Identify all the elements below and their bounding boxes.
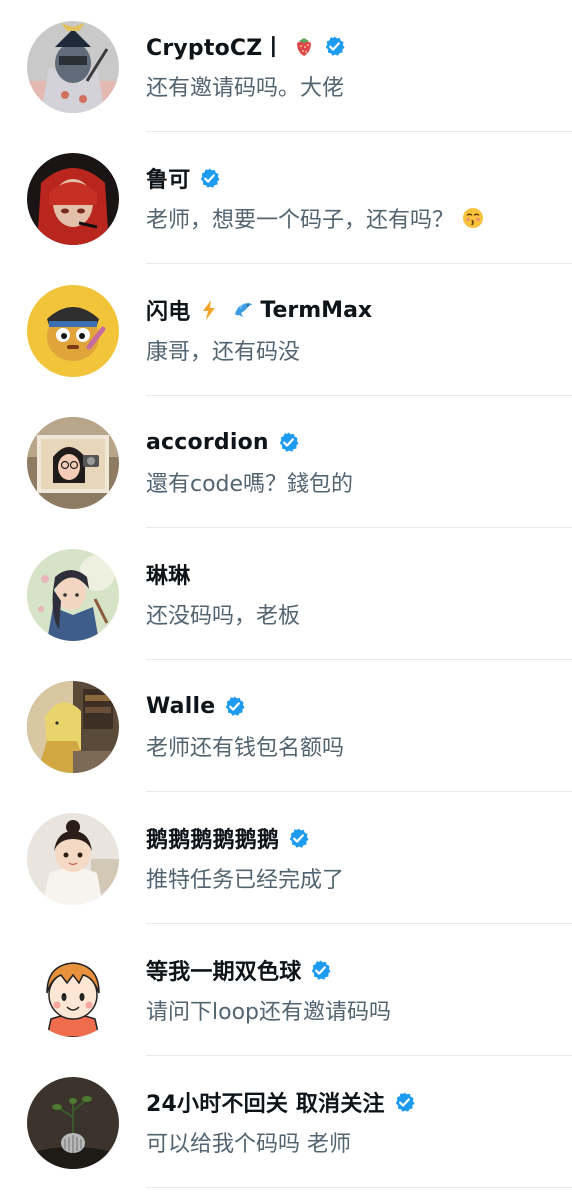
avatar[interactable] <box>27 285 119 377</box>
verified-badge-icon <box>223 695 246 718</box>
avatar[interactable] <box>27 945 119 1037</box>
avatar[interactable] <box>27 681 119 773</box>
verified-badge-icon <box>393 1091 416 1114</box>
avatar[interactable] <box>27 813 119 905</box>
message-preview: 老师还有钱包名额吗 <box>146 736 345 761</box>
message-preview: 可以给我个码吗 老师 <box>146 1132 351 1157</box>
conversation-item[interactable]: 24小时不回关 取消关注 可以给我个码吗 老师 <box>0 1056 572 1188</box>
conversation-item[interactable]: Walle 老师还有钱包名额吗 <box>0 660 572 792</box>
lightning-icon <box>198 299 220 321</box>
conversation-item[interactable]: 鲁可 老师，想要一个码子，还有吗？ <box>0 132 572 264</box>
avatar[interactable] <box>27 549 119 641</box>
conversation-list: CryptoCZ丨 还有邀请码吗。大佬 鲁可 老师，想要一个码子，还有吗？ 闪电… <box>0 0 572 1200</box>
verified-badge-icon <box>309 959 332 982</box>
verified-badge-icon <box>287 827 310 850</box>
verified-badge-icon <box>198 167 221 190</box>
avatar[interactable] <box>27 153 119 245</box>
display-name[interactable]: accordion <box>146 430 269 455</box>
kissing-face-icon <box>462 207 484 229</box>
conversation-item[interactable]: CryptoCZ丨 还有邀请码吗。大佬 <box>0 0 572 132</box>
avatar[interactable] <box>27 1077 119 1169</box>
conversation-item[interactable]: accordion 還有code嗎？錢包的 <box>0 396 572 528</box>
avatar[interactable] <box>27 21 119 113</box>
conversation-item[interactable]: 等我一期双色球 请问下loop还有邀请码吗 <box>0 924 572 1056</box>
message-preview: 老师，想要一个码子，还有吗？ <box>146 208 455 233</box>
dolphin-icon <box>232 299 254 321</box>
display-name[interactable]: 24小时不回关 取消关注 <box>146 1086 385 1118</box>
display-name[interactable]: 琳琳 <box>146 558 190 590</box>
message-preview: 推特任务已经完成了 <box>146 868 345 893</box>
message-preview: 康哥，还有码没 <box>146 340 301 365</box>
display-name[interactable]: 鹅鹅鹅鹅鹅鹅 <box>146 822 279 854</box>
message-preview: 请问下loop还有邀请码吗 <box>146 1000 391 1025</box>
avatar[interactable] <box>27 417 119 509</box>
display-name[interactable]: 等我一期双色球 <box>146 954 301 986</box>
display-name[interactable]: 鲁可 <box>146 162 190 194</box>
conversation-item[interactable]: 鹅鹅鹅鹅鹅鹅 推特任务已经完成了 <box>0 792 572 924</box>
divider <box>146 1187 572 1188</box>
message-preview: 还有邀请码吗。大佬 <box>146 76 345 101</box>
verified-badge-icon <box>277 431 300 454</box>
verified-badge-icon <box>323 35 346 58</box>
message-preview: 还没码吗，老板 <box>146 604 301 629</box>
message-preview: 還有code嗎？錢包的 <box>146 472 354 497</box>
display-name[interactable]: 闪电 <box>146 294 190 326</box>
display-name[interactable]: CryptoCZ丨 <box>146 30 285 62</box>
conversation-item[interactable]: 闪电 TermMax 康哥，还有码没 <box>0 264 572 396</box>
display-name[interactable]: Walle <box>146 694 215 719</box>
strawberry-icon <box>293 35 315 57</box>
display-name-suffix[interactable]: TermMax <box>260 298 372 323</box>
conversation-item[interactable]: 琳琳 还没码吗，老板 <box>0 528 572 660</box>
